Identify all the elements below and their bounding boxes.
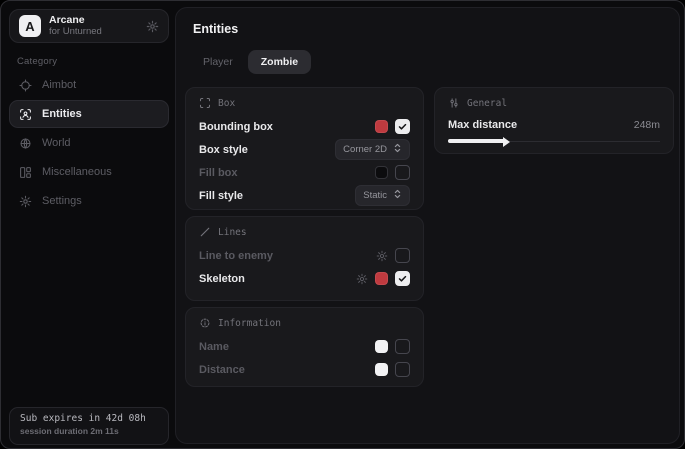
category-label: Category — [17, 56, 57, 67]
color-swatch-red[interactable] — [375, 272, 388, 285]
slider-label: Max distance — [448, 119, 517, 131]
card-title: Information — [218, 318, 281, 329]
info-scan-icon — [199, 317, 211, 329]
checkbox-line-to-enemy[interactable] — [395, 248, 410, 263]
sliders-icon — [448, 97, 460, 109]
subscription-info: Sub expires in 42d 08h session duration … — [9, 407, 169, 445]
gear-icon[interactable] — [356, 273, 368, 285]
sidebar-item-aimbot[interactable]: Aimbot — [9, 71, 169, 99]
max-distance-slider[interactable] — [448, 136, 660, 146]
tab-player[interactable]: Player — [190, 50, 246, 74]
tab-bar: Player Zombie — [190, 50, 311, 74]
box-style-dropdown[interactable]: Corner 2D — [335, 139, 410, 160]
checkbox-fill-box[interactable] — [395, 165, 410, 180]
chevron-up-down-icon — [393, 189, 402, 202]
layout-icon — [19, 166, 32, 179]
sidebar-item-settings[interactable]: Settings — [9, 187, 169, 215]
diagonal-line-icon — [199, 226, 211, 238]
setting-row-fill-box: Fill box — [199, 161, 410, 184]
sidebar: A Arcane for Unturned Category A — [1, 1, 176, 448]
color-swatch-white[interactable] — [375, 363, 388, 376]
slider-fill — [448, 139, 505, 143]
fill-style-dropdown[interactable]: Static — [355, 185, 410, 206]
sidebar-item-world[interactable]: World — [9, 129, 169, 157]
card-title: Box — [218, 98, 235, 109]
brand-subtitle: for Unturned — [49, 27, 138, 37]
sidebar-item-label: Settings — [42, 195, 82, 207]
card-title: General — [467, 98, 507, 109]
sub-expiry-text: Sub expires in 42d 08h — [20, 413, 158, 426]
information-card: Information Name Distance — [185, 307, 424, 387]
color-swatch-white[interactable] — [375, 340, 388, 353]
checkbox-distance[interactable] — [395, 362, 410, 377]
setting-row-distance: Distance — [199, 358, 410, 381]
color-swatch-black[interactable] — [375, 166, 388, 179]
gear-icon — [19, 195, 32, 208]
sidebar-nav: Aimbot Entities World — [9, 71, 169, 216]
checkbox-name[interactable] — [395, 339, 410, 354]
slider-value: 248m — [634, 119, 660, 131]
checkbox-bounding-box[interactable] — [395, 119, 410, 134]
gear-icon[interactable] — [376, 250, 388, 262]
page-title: Entities — [193, 22, 238, 36]
general-card: General Max distance 248m — [434, 87, 674, 154]
setting-row-line-to-enemy: Line to enemy — [199, 244, 410, 267]
session-duration-text: session duration 2m 11s — [20, 426, 158, 437]
app-logo: A — [19, 15, 41, 37]
chevron-up-down-icon — [393, 143, 402, 156]
lines-card: Lines Line to enemy Skeleton — [185, 216, 424, 301]
box-card: Box Bounding box Box style Corner 2D — [185, 87, 424, 210]
tab-zombie[interactable]: Zombie — [248, 50, 311, 74]
setting-row-fill-style: Fill style Static — [199, 184, 410, 207]
setting-row-name: Name — [199, 335, 410, 358]
sidebar-item-label: Aimbot — [42, 79, 76, 91]
globe-icon — [19, 137, 32, 150]
checkbox-skeleton[interactable] — [395, 271, 410, 286]
sidebar-item-label: World — [42, 137, 71, 149]
sidebar-item-entities[interactable]: Entities — [9, 100, 169, 128]
sidebar-item-label: Miscellaneous — [42, 166, 112, 178]
entity-scan-icon — [19, 108, 32, 121]
card-title: Lines — [218, 227, 247, 238]
app-window: A Arcane for Unturned Category A — [0, 0, 685, 449]
sidebar-item-miscellaneous[interactable]: Miscellaneous — [9, 158, 169, 186]
setting-row-bounding-box: Bounding box — [199, 115, 410, 138]
setting-row-box-style: Box style Corner 2D — [199, 138, 410, 161]
slider-thumb[interactable] — [503, 137, 510, 147]
brand-card: A Arcane for Unturned — [9, 9, 169, 43]
brand-title: Arcane — [49, 15, 138, 27]
sidebar-item-label: Entities — [42, 108, 82, 120]
setting-row-skeleton: Skeleton — [199, 267, 410, 290]
main-panel: Entities Player Zombie Box Bounding box — [175, 7, 680, 444]
crosshair-icon — [19, 79, 32, 92]
box-corners-icon — [199, 97, 211, 109]
color-swatch-red[interactable] — [375, 120, 388, 133]
gear-icon[interactable] — [146, 20, 159, 33]
